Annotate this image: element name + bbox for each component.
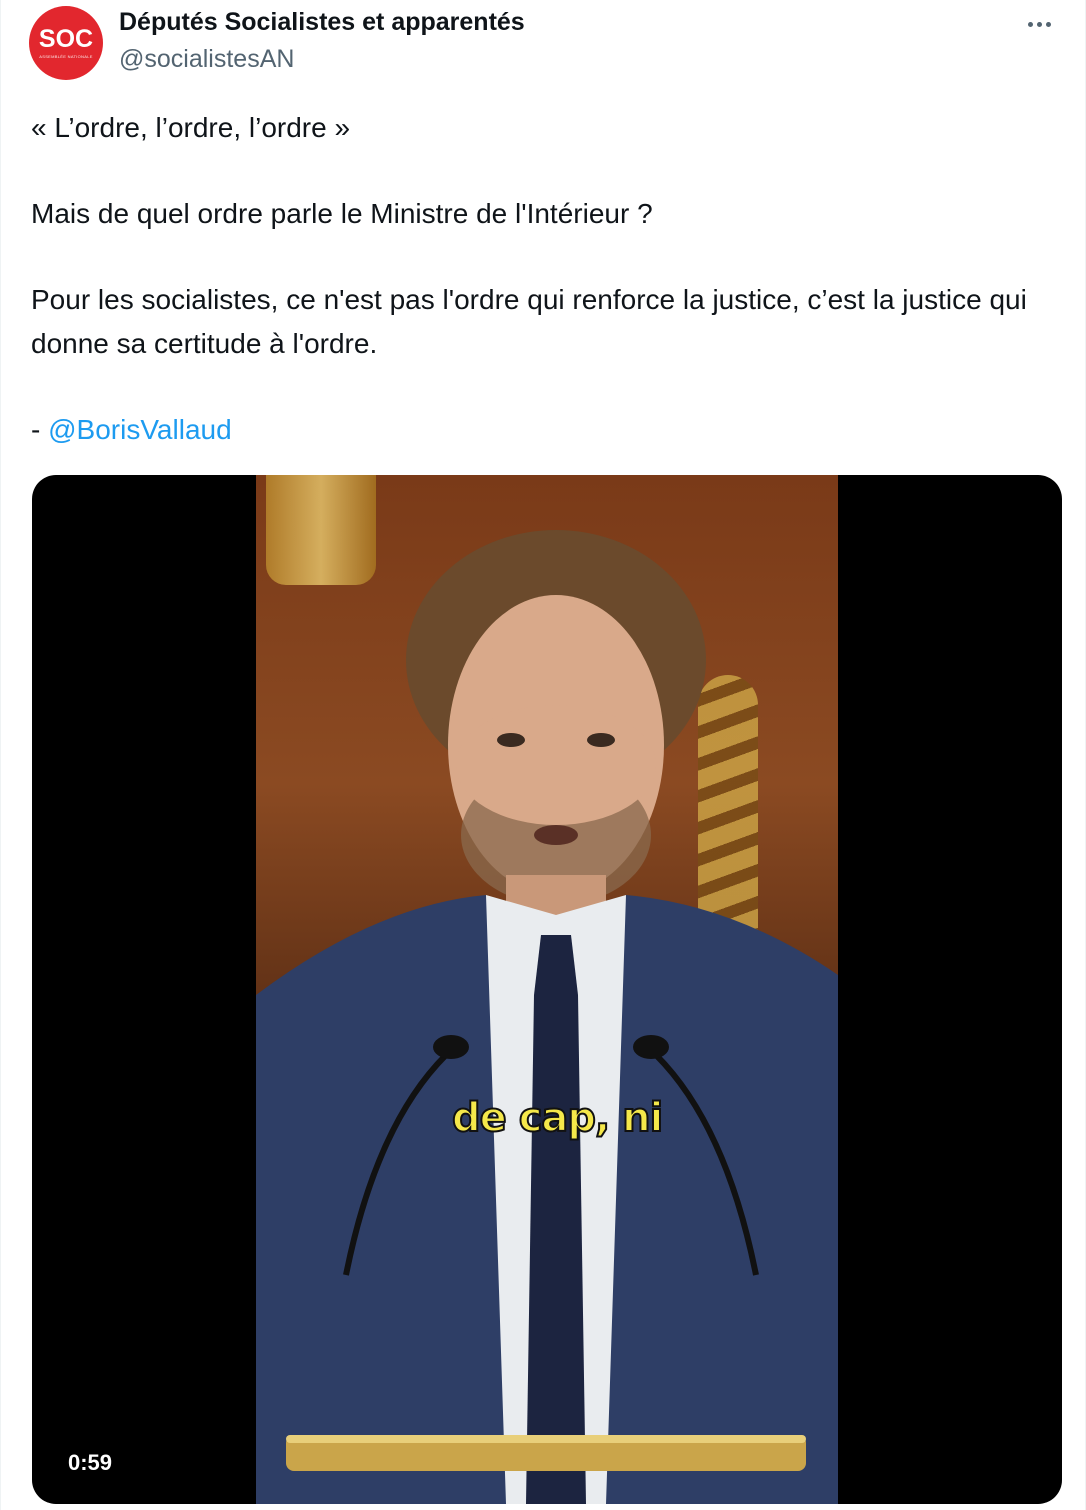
avatar-logo-text: SOC (38, 25, 94, 53)
tweet-line-statement: Pour les socialistes, ce n'est pas l'ord… (31, 284, 1027, 359)
tweet-line-question: Mais de quel ordre parle le Ministre de … (31, 198, 653, 229)
video-player[interactable]: de cap, ni 0:59 (32, 475, 1062, 1504)
author-avatar[interactable]: SOC ASSEMBLÉE NATIONALE (29, 6, 103, 80)
tweet-card: SOC ASSEMBLÉE NATIONALE Députés Socialis… (0, 0, 1086, 1510)
more-horizontal-icon (1027, 21, 1033, 27)
author-display-name[interactable]: Députés Socialistes et apparentés (119, 8, 525, 37)
tweet-text: « L’ordre, l’ordre, l’ordre » Mais de qu… (31, 106, 1041, 452)
tweet-line-quote: « L’ordre, l’ordre, l’ordre » (31, 112, 351, 143)
avatar-logo-subtext: ASSEMBLÉE NATIONALE (39, 54, 93, 59)
more-dot (1036, 21, 1042, 27)
more-dot (1045, 21, 1051, 27)
video-caption: de cap, ni (451, 1094, 664, 1142)
author-handle[interactable]: @socialistesAN (119, 45, 294, 74)
mention-link[interactable]: @BorisVallaud (48, 414, 232, 445)
video-frame: de cap, ni (256, 475, 838, 1504)
signature-prefix: - (31, 414, 49, 445)
speaker-image (256, 530, 838, 1504)
video-duration-badge: 0:59 (56, 1446, 125, 1480)
more-options-button[interactable] (1019, 10, 1059, 38)
tweet-signature: - @BorisVallaud (31, 408, 1041, 452)
